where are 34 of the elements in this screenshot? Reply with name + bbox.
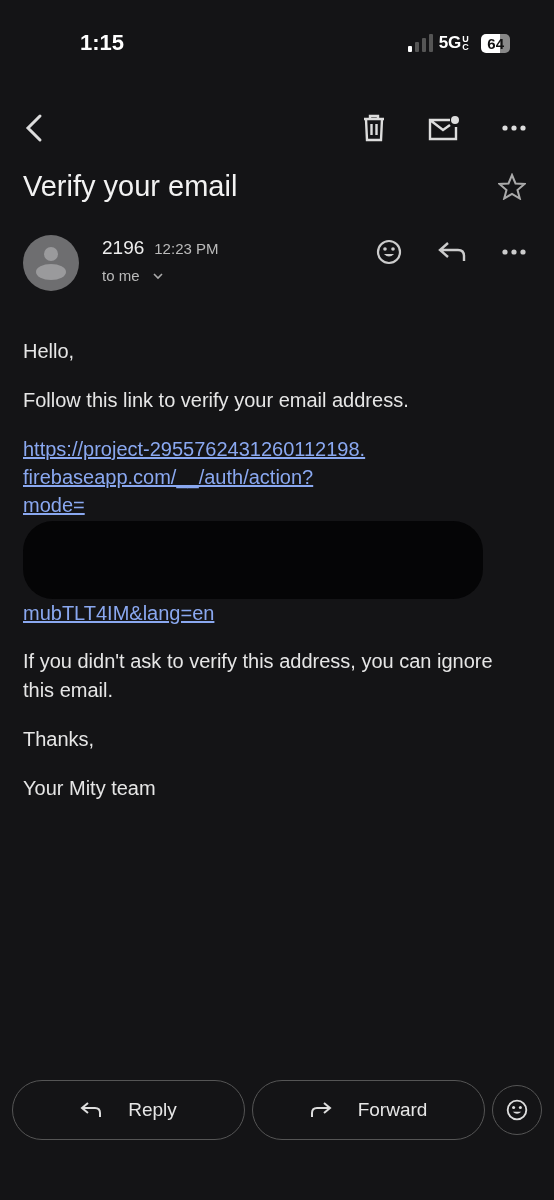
forward-button[interactable]: Forward [252, 1080, 485, 1140]
sender-name: 2196 [102, 237, 145, 259]
reply-icon [80, 1101, 103, 1119]
status-time: 1:15 [80, 30, 125, 56]
verify-link[interactable]: firebaseapp.com/__/auth/action? [23, 463, 314, 491]
emoji-icon [506, 1099, 528, 1121]
forward-icon [309, 1101, 332, 1119]
note-text: If you didn't ask to verify this address, you can ignore this email. [23, 649, 494, 703]
mail-icon[interactable] [428, 115, 460, 141]
network-suffix: UC [462, 35, 470, 51]
closing-text: Thanks, [23, 727, 96, 752]
avatar-icon [23, 235, 79, 291]
network-label: 5G [438, 33, 462, 53]
battery-level: 64 [481, 33, 510, 53]
reply-button[interactable]: Reply [12, 1080, 245, 1140]
emoji-icon[interactable] [376, 239, 402, 265]
intro-text: Follow this link to verify your email address. [23, 388, 410, 413]
more-icon[interactable] [502, 249, 526, 255]
recipient-label: to me [102, 267, 140, 284]
signature-text: Your Mity team [23, 776, 157, 801]
chevron-down-icon[interactable] [151, 271, 164, 280]
sent-time: 12:23 PM [154, 240, 219, 257]
verify-link[interactable]: https://project-2955762431260112198. [23, 435, 366, 463]
back-icon[interactable] [24, 113, 44, 143]
star-icon[interactable] [498, 173, 526, 200]
verify-link[interactable]: mode= [23, 491, 85, 519]
email-subject: Verify your email [23, 170, 238, 203]
more-icon[interactable] [502, 125, 526, 131]
emoji-button[interactable] [492, 1085, 542, 1135]
trash-icon[interactable] [362, 114, 386, 142]
reply-icon[interactable] [438, 241, 466, 263]
signal-icon [407, 34, 434, 52]
greeting-text: Hello, [23, 339, 76, 364]
verify-link[interactable]: mubTLT4IM&lang=en [23, 599, 215, 627]
